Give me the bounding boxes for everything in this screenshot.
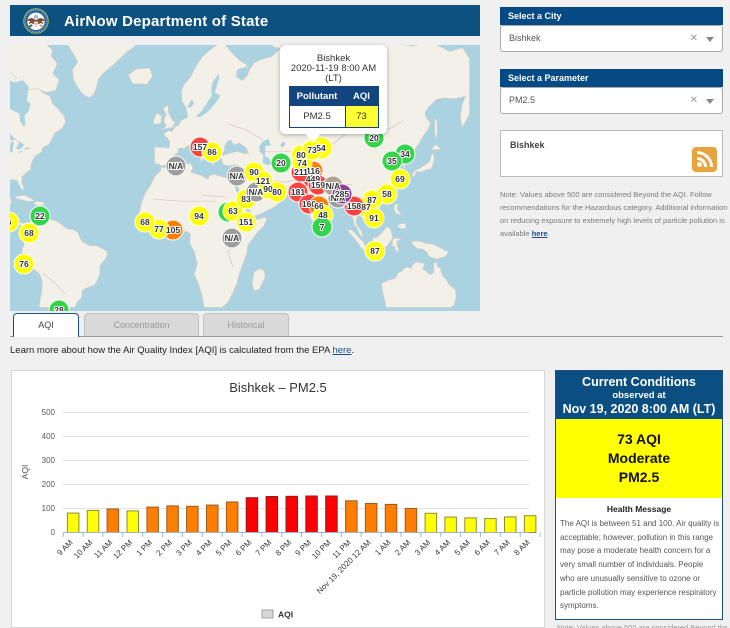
svg-text:28: 28 [54, 305, 64, 311]
svg-text:N/A: N/A [225, 233, 240, 243]
svg-text:86: 86 [207, 147, 217, 157]
svg-text:3 AM: 3 AM [413, 538, 432, 557]
svg-text:400: 400 [42, 432, 56, 441]
svg-text:73: 73 [307, 145, 317, 155]
svg-text:4 AM: 4 AM [433, 538, 452, 557]
svg-text:1 PM: 1 PM [135, 538, 155, 558]
svg-text:35: 35 [387, 156, 397, 166]
svg-text:10 AM: 10 AM [72, 538, 95, 561]
svg-text:N/A: N/A [249, 187, 264, 197]
svg-text:285: 285 [335, 189, 349, 199]
svg-text:211: 211 [294, 167, 308, 177]
svg-text:2 PM: 2 PM [154, 538, 174, 558]
svg-text:4 PM: 4 PM [194, 538, 214, 558]
svg-text:77: 77 [154, 224, 164, 234]
svg-text:0: 0 [51, 528, 56, 537]
svg-text:1 AM: 1 AM [373, 538, 392, 557]
svg-text:68: 68 [24, 228, 34, 238]
svg-text:10 PM: 10 PM [310, 538, 333, 561]
svg-text:54: 54 [316, 143, 326, 153]
svg-text:20: 20 [276, 158, 286, 168]
svg-text:87: 87 [370, 246, 380, 256]
svg-text:5 AM: 5 AM [453, 538, 472, 557]
svg-text:N/A: N/A [230, 171, 245, 181]
svg-text:157: 157 [193, 142, 207, 152]
svg-text:94: 94 [194, 211, 204, 221]
svg-text:7 AM: 7 AM [492, 538, 511, 557]
svg-text:159: 159 [311, 180, 325, 190]
svg-text:87: 87 [361, 202, 371, 212]
svg-text:158: 158 [347, 201, 361, 211]
svg-text:500: 500 [42, 408, 56, 417]
svg-text:63: 63 [228, 206, 238, 216]
svg-text:58: 58 [382, 189, 392, 199]
svg-text:7: 7 [320, 222, 325, 232]
svg-text:20: 20 [369, 133, 379, 143]
svg-text:80: 80 [272, 187, 282, 197]
svg-text:200: 200 [42, 480, 56, 489]
svg-text:12 PM: 12 PM [111, 538, 134, 561]
svg-text:6 PM: 6 PM [234, 538, 254, 558]
svg-text:8 AM: 8 AM [512, 538, 531, 557]
svg-text:68: 68 [140, 217, 150, 227]
svg-text:181: 181 [291, 187, 305, 197]
svg-text:AQI: AQI [20, 465, 30, 480]
svg-text:300: 300 [42, 456, 56, 465]
svg-text:151: 151 [239, 217, 253, 227]
svg-text:5 PM: 5 PM [214, 538, 234, 558]
svg-text:2 AM: 2 AM [393, 538, 412, 557]
svg-text:74: 74 [297, 158, 307, 168]
svg-text:48: 48 [318, 210, 328, 220]
svg-text:7 PM: 7 PM [254, 538, 274, 558]
svg-text:11 AM: 11 AM [92, 538, 114, 560]
svg-text:N/A: N/A [169, 161, 184, 171]
svg-text:105: 105 [166, 225, 180, 235]
svg-text:3 PM: 3 PM [174, 538, 194, 558]
svg-text:8 PM: 8 PM [274, 538, 294, 558]
svg-text:69: 69 [395, 174, 405, 184]
svg-text:91: 91 [369, 213, 379, 223]
svg-text:6 AM: 6 AM [473, 538, 492, 557]
svg-text:22: 22 [35, 211, 45, 221]
svg-text:34: 34 [400, 149, 410, 159]
svg-text:100: 100 [42, 504, 56, 513]
svg-text:AQI: AQI [278, 610, 293, 620]
svg-text:76: 76 [19, 259, 29, 269]
